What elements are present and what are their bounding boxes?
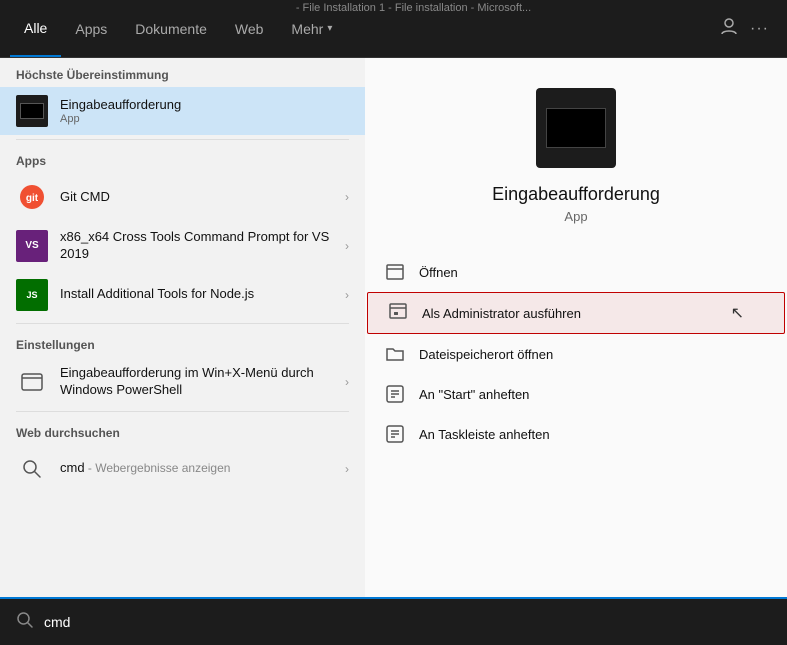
vs-tools-item[interactable]: VS x86_x64 Cross Tools Command Prompt fo… xyxy=(0,221,365,271)
right-panel: Eingabeaufforderung App Öffnen xyxy=(365,58,787,645)
more-options-icon[interactable]: ··· xyxy=(750,20,769,38)
settings-text: Eingabeaufforderung im Win+X-Menü durch … xyxy=(60,365,337,399)
web-keyword: cmd - Webergebnisse anzeigen xyxy=(60,460,337,477)
vs-tools-text: x86_x64 Cross Tools Command Prompt for V… xyxy=(60,229,337,263)
action-pin-taskbar[interactable]: An Taskleiste anheften xyxy=(365,414,787,454)
nodejs-icon: JS xyxy=(16,279,48,311)
git-cmd-title: Git CMD xyxy=(60,189,337,206)
search-input[interactable] xyxy=(44,614,771,630)
tab-mehr[interactable]: Mehr ▾ xyxy=(277,0,346,57)
settings-title: Eingabeaufforderung im Win+X-Menü durch … xyxy=(60,365,337,399)
nodejs-title: Install Additional Tools for Node.js xyxy=(60,286,337,303)
app-name-large: Eingabeaufforderung xyxy=(492,184,660,205)
action-run-admin-label: Als Administrator ausführen xyxy=(422,306,581,321)
web-search-text-content: cmd - Webergebnisse anzeigen xyxy=(60,460,337,477)
svg-text:git: git xyxy=(26,193,39,204)
apps-header: Apps xyxy=(0,144,365,173)
best-match-item[interactable]: Eingabeaufforderung App xyxy=(0,87,365,135)
cmd-terminal-icon xyxy=(546,108,606,148)
chevron-down-icon: ▾ xyxy=(327,23,332,34)
tab-apps[interactable]: Apps xyxy=(61,0,121,57)
app-type-large: App xyxy=(564,209,587,224)
action-pin-start[interactable]: An "Start" anheften xyxy=(365,374,787,414)
search-icon xyxy=(16,611,34,634)
mouse-cursor: ↖ xyxy=(731,303,744,323)
pin-taskbar-icon xyxy=(385,424,405,444)
best-match-text: Eingabeaufforderung App xyxy=(60,97,349,126)
settings-item[interactable]: Eingabeaufforderung im Win+X-Menü durch … xyxy=(0,357,365,407)
file-location-icon xyxy=(385,344,405,364)
web-header: Web durchsuchen xyxy=(0,416,365,445)
top-bar-icons: ··· xyxy=(720,17,777,40)
top-bar: - File Installation 1 - File installatio… xyxy=(0,0,787,58)
git-cmd-item[interactable]: git Git CMD › xyxy=(0,173,365,221)
chevron-right-icon: › xyxy=(345,288,349,302)
tab-web[interactable]: Web xyxy=(221,0,278,57)
settings-header: Einstellungen xyxy=(0,328,365,357)
nodejs-text: Install Additional Tools for Node.js xyxy=(60,286,337,303)
action-list: Öffnen Als Administrator ausführen ↖ xyxy=(365,252,787,454)
main-content: Höchste Übereinstimmung Eingabeaufforder… xyxy=(0,58,787,645)
web-search-icon xyxy=(16,453,48,485)
chevron-right-icon: › xyxy=(345,375,349,389)
user-icon[interactable] xyxy=(720,17,738,40)
chevron-right-icon: › xyxy=(345,190,349,204)
best-match-subtitle: App xyxy=(60,113,349,125)
git-icon: git xyxy=(16,181,48,213)
left-panel: Höchste Übereinstimmung Eingabeaufforder… xyxy=(0,58,365,645)
search-bar xyxy=(0,597,787,645)
app-icon-large xyxy=(536,88,616,168)
git-cmd-text: Git CMD xyxy=(60,189,337,206)
divider-2 xyxy=(16,323,349,324)
chevron-right-icon: › xyxy=(345,462,349,476)
action-open-location[interactable]: Dateispeicherort öffnen xyxy=(365,334,787,374)
cmd-icon-small xyxy=(16,95,48,127)
tab-dokumente[interactable]: Dokumente xyxy=(121,0,221,57)
action-pin-start-label: An "Start" anheften xyxy=(419,387,529,402)
admin-shield-icon xyxy=(388,303,408,323)
best-match-title: Eingabeaufforderung xyxy=(60,97,349,114)
pin-start-icon xyxy=(385,384,405,404)
action-open[interactable]: Öffnen xyxy=(365,252,787,292)
action-run-admin[interactable]: Als Administrator ausführen ↖ xyxy=(367,292,785,334)
open-window-icon xyxy=(385,262,405,282)
best-match-header: Höchste Übereinstimmung xyxy=(0,58,365,87)
divider-3 xyxy=(16,411,349,412)
divider-1 xyxy=(16,139,349,140)
action-open-label: Öffnen xyxy=(419,265,458,280)
vs-tools-title: x86_x64 Cross Tools Command Prompt for V… xyxy=(60,229,337,263)
action-open-location-label: Dateispeicherort öffnen xyxy=(419,347,553,362)
web-search-item[interactable]: cmd - Webergebnisse anzeigen › xyxy=(0,445,365,493)
chevron-right-icon: › xyxy=(345,239,349,253)
settings-icon xyxy=(16,366,48,398)
tab-alle[interactable]: Alle xyxy=(10,0,61,57)
vs-icon: VS xyxy=(16,230,48,262)
action-pin-taskbar-label: An Taskleiste anheften xyxy=(419,427,550,442)
nodejs-item[interactable]: JS Install Additional Tools for Node.js … xyxy=(0,271,365,319)
